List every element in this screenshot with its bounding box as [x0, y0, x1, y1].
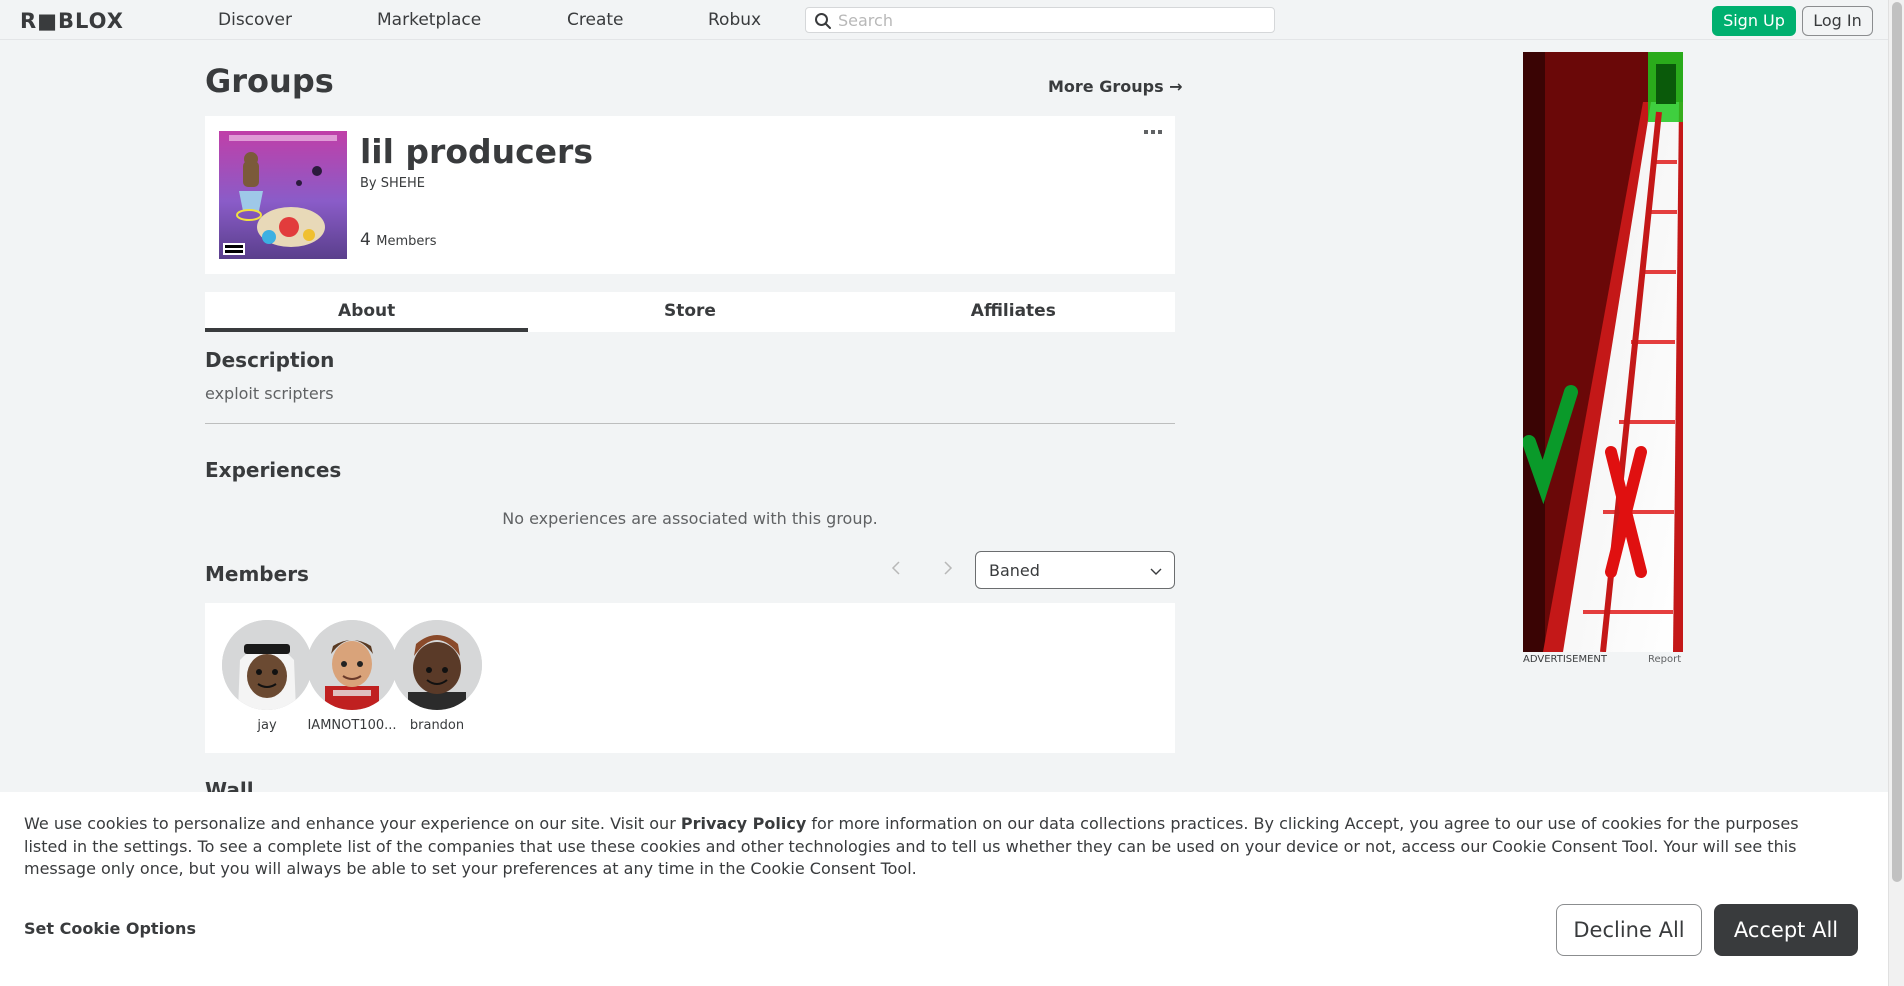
description-heading: Description [205, 348, 335, 372]
section-divider [205, 423, 1175, 424]
search-icon[interactable] [814, 12, 832, 30]
cookie-text-intro: We use cookies to personalize and enhanc… [24, 814, 681, 833]
member-count-label: Members [376, 234, 437, 249]
tab-affiliates[interactable]: Affiliates [852, 292, 1175, 332]
member-name: brandon [409, 718, 465, 733]
privacy-policy-link[interactable]: Privacy Policy [681, 814, 806, 833]
set-cookie-options-link[interactable]: Set Cookie Options [24, 919, 196, 938]
search-box [805, 7, 1275, 33]
group-tabs: About Store Affiliates [205, 292, 1175, 332]
chevron-down-icon [1150, 568, 1162, 575]
group-emblem-image [219, 131, 347, 259]
members-list: jay IAMNOT100... brandon [205, 603, 1175, 753]
role-dropdown-value: Baned [989, 561, 1040, 580]
more-groups-link[interactable]: More Groups → [1048, 77, 1183, 96]
avatar [392, 620, 482, 710]
member-card[interactable]: IAMNOT100... [304, 620, 400, 733]
search-input[interactable] [838, 10, 1268, 30]
group-header-card: lil producers By SHEHE 4 Members [205, 116, 1175, 274]
report-ad-link[interactable]: Report [1648, 654, 1681, 665]
avatar [307, 620, 397, 710]
members-heading: Members [205, 562, 309, 586]
page-title: Groups [205, 62, 334, 100]
group-name: lil producers [360, 132, 593, 171]
tab-store[interactable]: Store [528, 292, 851, 332]
member-card[interactable]: brandon [389, 620, 485, 733]
advertisement-label: ADVERTISEMENT [1523, 654, 1608, 665]
nav-discover[interactable]: Discover [218, 10, 292, 30]
roblox-logo[interactable]: R■BLOX [20, 9, 124, 33]
member-card[interactable]: jay [219, 620, 315, 733]
group-owner-link[interactable]: SHEHE [381, 176, 425, 191]
tab-about[interactable]: About [205, 292, 529, 332]
nav-robux[interactable]: Robux [708, 10, 761, 30]
experiences-heading: Experiences [205, 458, 342, 482]
by-label: By [360, 176, 377, 191]
member-name: IAMNOT100... [307, 718, 397, 733]
scrollbar-thumb[interactable] [1892, 2, 1902, 882]
decline-all-button[interactable]: Decline All [1556, 904, 1702, 956]
member-count: 4 Members [360, 230, 436, 250]
chevron-right-icon[interactable] [940, 558, 956, 578]
top-navigation: R■BLOX Discover Marketplace Create Robux… [0, 0, 1888, 40]
more-options-icon[interactable] [1143, 128, 1163, 138]
group-owner-line: By SHEHE [360, 176, 425, 191]
member-count-value: 4 [360, 230, 371, 250]
cookie-consent-text: We use cookies to personalize and enhanc… [24, 813, 1844, 881]
sign-up-button[interactable]: Sign Up [1712, 6, 1796, 36]
nav-marketplace[interactable]: Marketplace [377, 10, 481, 30]
role-dropdown[interactable]: Baned [975, 551, 1175, 589]
cookie-consent-banner: We use cookies to personalize and enhanc… [0, 792, 1888, 986]
avatar [222, 620, 312, 710]
no-experiences-message: No experiences are associated with this … [502, 509, 878, 528]
member-name: jay [257, 718, 277, 733]
chevron-left-icon[interactable] [888, 558, 904, 578]
accept-all-button[interactable]: Accept All [1714, 904, 1858, 956]
group-description: exploit scripters [205, 384, 334, 403]
advertisement-banner[interactable] [1523, 52, 1683, 652]
log-in-button[interactable]: Log In [1802, 6, 1873, 36]
page-scrollbar[interactable] [1888, 0, 1904, 986]
nav-create[interactable]: Create [567, 10, 624, 30]
